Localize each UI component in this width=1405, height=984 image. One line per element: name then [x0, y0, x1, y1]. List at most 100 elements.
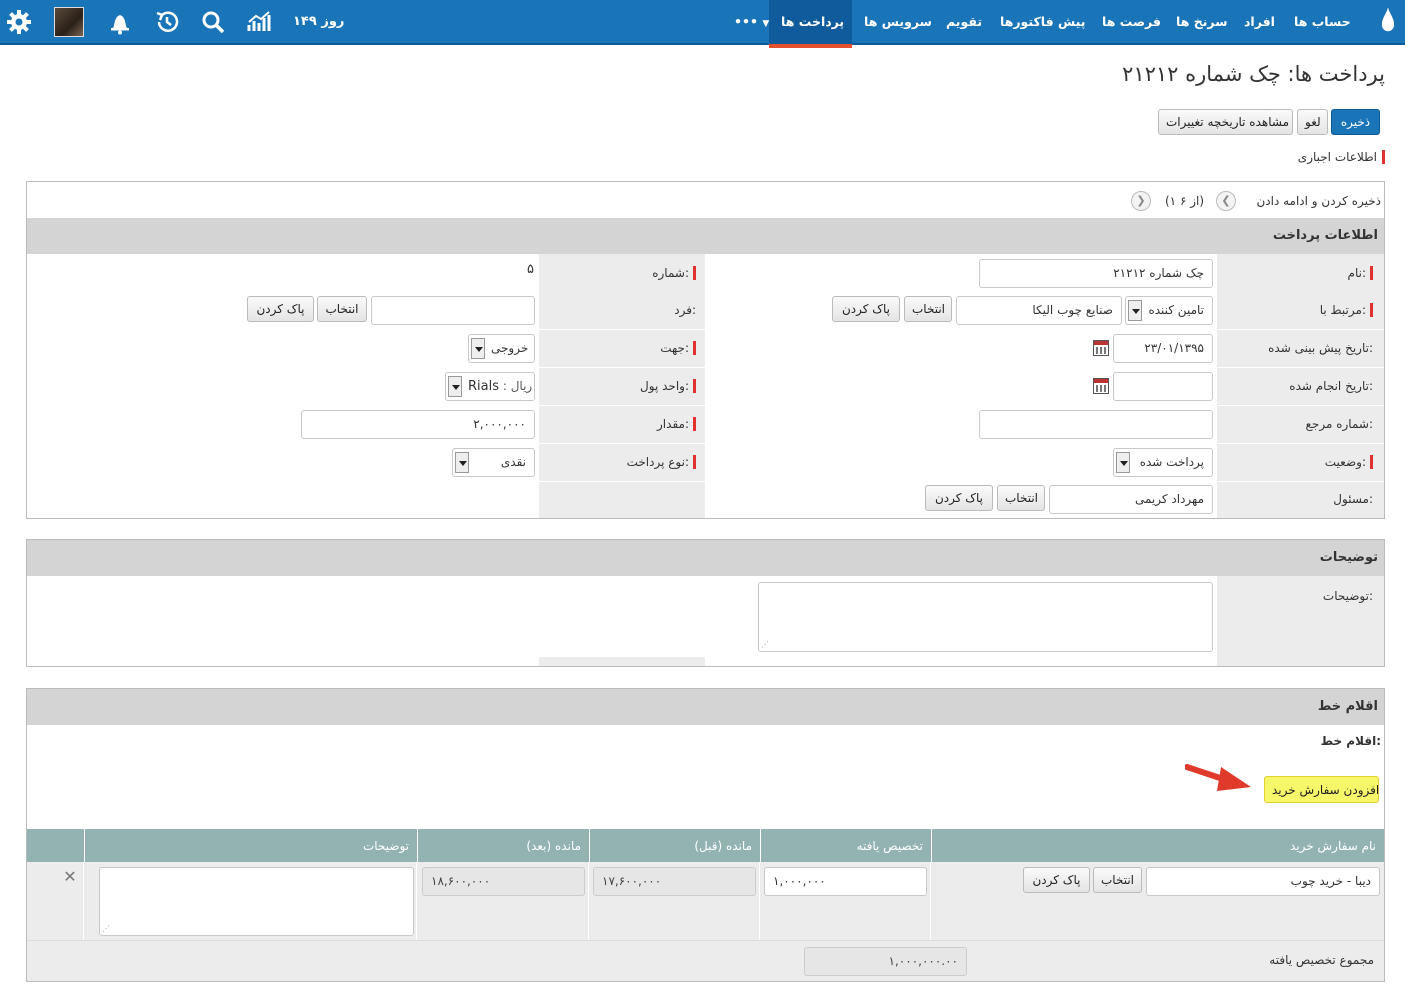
arrow-icon [1184, 761, 1255, 795]
assigned-select-button[interactable]: انتخاب [997, 485, 1045, 511]
order-select-button[interactable]: انتخاب [1093, 867, 1142, 893]
related-label: مرتبط با: [1319, 303, 1373, 317]
section-heading: توضیحات [27, 540, 1384, 576]
cancel-button[interactable]: لغو [1297, 109, 1328, 135]
settings-icon[interactable] [6, 9, 34, 37]
balance-before-field: ۱۷,۶۰۰,۰۰۰ [593, 867, 756, 896]
number-value: ۵ [527, 262, 534, 277]
payment-info-panel: ذخیره کردن و ادامه دادن ❮ (۱ از ۶) ❯ اطل… [26, 181, 1385, 519]
column-header: مانده (بعد) [417, 829, 589, 862]
description-label: توضیحات: [1322, 589, 1373, 603]
direction-select[interactable]: خروجی [468, 334, 535, 363]
payment-type-select[interactable]: نقدی [452, 448, 535, 477]
section-heading: اقلام خط [27, 689, 1384, 725]
status-select[interactable]: پرداخت شده [1113, 448, 1213, 477]
line-items-label: اقلام خط: [1320, 734, 1381, 748]
chevron-down-icon [1128, 300, 1142, 321]
column-header: تخصیص یافته [760, 829, 931, 862]
expected-date-field[interactable]: ۲۳/۰۱/۱۳۹۵ [1113, 334, 1213, 363]
remove-row-icon[interactable]: ✕ [61, 867, 79, 887]
history-button[interactable]: مشاهده تاریخچه تغییرات [1158, 109, 1293, 135]
line-items-panel: اقلام خط اقلام خط: افزودن سفارش خرید نام… [26, 688, 1385, 982]
save-continue-link[interactable]: ذخیره کردن و ادامه دادن [1256, 194, 1381, 208]
table-header: نام سفارش خرید تخصیص یافته مانده (قبل) م… [27, 829, 1384, 862]
reports-icon[interactable] [246, 9, 274, 37]
balance-after-field: ۱۸,۶۰۰,۰۰۰ [422, 867, 585, 896]
bell-icon[interactable] [107, 9, 135, 37]
chevron-down-icon [471, 338, 485, 359]
chevron-down-icon [448, 376, 462, 397]
amount-field[interactable]: ۲,۰۰۰,۰۰۰ [301, 410, 535, 439]
table-row: دیبا - خرید چوب انتخاب پاک کردن ۱,۰۰۰,۰۰… [27, 862, 1384, 941]
nav-people[interactable]: افراد [1244, 0, 1275, 45]
logo-icon[interactable] [1375, 6, 1399, 40]
chevron-down-icon [455, 452, 469, 473]
section-heading: اطلاعات پرداخت [27, 218, 1384, 254]
save-button[interactable]: ذخیره [1331, 109, 1380, 135]
person-clear-button[interactable]: پاک کردن [247, 296, 314, 322]
expected-date-label: تاریخ پیش بینی شده: [1268, 341, 1373, 355]
page-title: پرداخت ها: چک شماره ۲۱۲۱۲ [1122, 62, 1385, 86]
line-items-table: نام سفارش خرید تخصیص یافته مانده (قبل) م… [27, 829, 1384, 981]
status-label: وضعیت: [1324, 455, 1373, 469]
total-label: مجموع تخصیص یافته [1269, 953, 1374, 967]
related-select-button[interactable]: انتخاب [904, 296, 952, 322]
total-allocated-field: ۱,۰۰۰,۰۰۰.۰۰ [804, 947, 967, 976]
nav-payments[interactable]: پرداخت ها [769, 0, 852, 48]
name-field[interactable]: چک شماره ۲۱۲۱۲ [979, 259, 1213, 288]
nav-services[interactable]: سرویس ها [864, 0, 932, 45]
history-icon[interactable] [154, 9, 182, 37]
record-position: (۱ از ۶) [1165, 194, 1205, 208]
person-label: فرد: [674, 303, 696, 317]
related-field[interactable]: صنایع چوب الیکا [956, 296, 1122, 325]
related-type-select[interactable]: تامین کننده [1125, 296, 1213, 325]
avatar[interactable] [54, 7, 84, 37]
resize-handle-icon[interactable]: ⋰ [761, 640, 769, 649]
assigned-field[interactable]: مهرداد کریمی [1049, 485, 1213, 514]
calendar-icon[interactable] [1093, 378, 1109, 394]
next-icon[interactable]: ❮ [1216, 191, 1236, 211]
more-label: ••• [734, 14, 758, 29]
done-date-label: تاریخ انجام شده: [1289, 379, 1373, 393]
related-clear-button[interactable]: پاک کردن [832, 296, 900, 322]
assigned-clear-button[interactable]: پاک کردن [925, 485, 993, 511]
previous-icon[interactable]: ❯ [1131, 191, 1151, 211]
column-header: نام سفارش خرید [931, 829, 1384, 862]
person-select-button[interactable]: انتخاب [317, 296, 367, 322]
search-icon[interactable] [200, 9, 228, 37]
required-info-note: اطلاعات اجباری [1298, 150, 1385, 164]
top-navigation-bar: حساب ها افراد سرنخ ها فرصت ها پیش فاکتور… [0, 0, 1405, 48]
assigned-label: مسئول: [1333, 492, 1373, 506]
number-label: شماره: [652, 266, 696, 280]
amount-label: مقدار: [657, 417, 696, 431]
currency-label: واحد پول: [640, 379, 696, 393]
column-header: مانده (قبل) [589, 829, 760, 862]
nav-more[interactable]: ••• ▼ [734, 0, 769, 45]
person-field[interactable] [371, 296, 535, 325]
order-clear-button[interactable]: پاک کردن [1023, 867, 1090, 893]
calendar-icon[interactable] [1093, 340, 1109, 356]
order-name-field[interactable]: دیبا - خرید چوب [1146, 867, 1380, 896]
total-row: مجموع تخصیص یافته ۱,۰۰۰,۰۰۰.۰۰ [27, 941, 1384, 981]
payment-type-label: نوع پرداخت: [626, 455, 696, 469]
direction-label: جهت: [660, 341, 696, 355]
nav-opportunities[interactable]: فرصت ها [1102, 0, 1161, 45]
nav-accounts[interactable]: حساب ها [1294, 0, 1351, 45]
chevron-down-icon [1116, 452, 1130, 473]
add-purchase-order-button[interactable]: افزودن سفارش خرید [1264, 776, 1379, 803]
nav-leads[interactable]: سرنخ ها [1176, 0, 1227, 45]
description-textarea[interactable] [758, 582, 1213, 652]
name-label: نام: [1347, 266, 1373, 280]
done-date-field[interactable] [1113, 372, 1213, 401]
currency-select[interactable]: Rials : ریال [445, 372, 535, 401]
column-header: توضیحات [84, 829, 417, 862]
description-panel: توضیحات توضیحات: ⋰ [26, 539, 1385, 667]
trial-days-counter: ۱۴۹ روز [293, 14, 345, 29]
resize-handle-icon[interactable]: ⋰ [102, 924, 110, 933]
allocated-field[interactable]: ۱,۰۰۰,۰۰۰ [764, 867, 927, 896]
nav-quotes[interactable]: پیش فاکتورها [1000, 0, 1085, 45]
label-column-left [539, 657, 705, 666]
nav-calendar[interactable]: تقویم [946, 0, 982, 45]
reference-field[interactable] [979, 410, 1213, 439]
notes-textarea[interactable] [99, 867, 414, 936]
